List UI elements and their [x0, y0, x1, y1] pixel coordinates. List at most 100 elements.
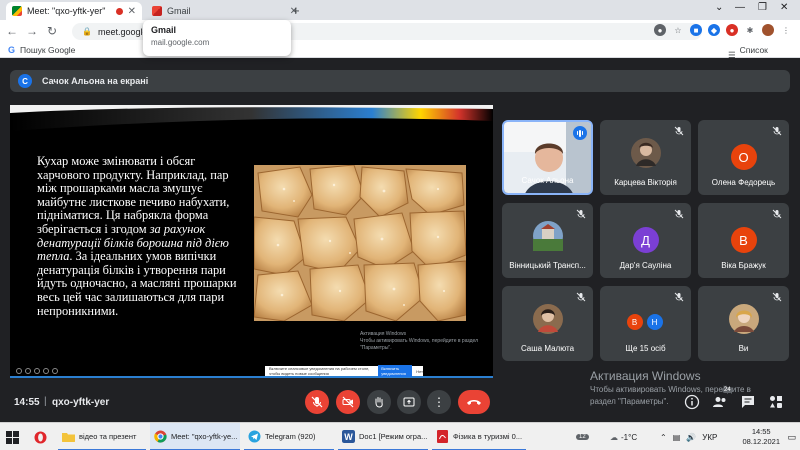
google-icon: G [8, 45, 16, 55]
present-button[interactable] [397, 390, 421, 414]
tab-meet[interactable]: Meet: "qxo-yftk-yer" ✕ [6, 2, 142, 20]
presenting-banner: С Сачок Альона на екрані [10, 70, 790, 92]
chat-icon[interactable] [740, 394, 756, 410]
network-icon: ▤ [672, 432, 681, 442]
action-center-icon[interactable]: ▭ [787, 423, 796, 450]
record-extension-icon[interactable]: ● [726, 24, 738, 36]
forward-icon[interactable]: → [24, 24, 40, 38]
people-count-badge: 24 [722, 387, 733, 393]
chevron-up-icon: ⌃ [660, 432, 667, 442]
more-options-button[interactable]: ⋮ [427, 390, 451, 414]
slide-more-icon[interactable] [52, 368, 58, 374]
new-tab-icon[interactable]: + [292, 3, 300, 18]
presenting-label: Сачок Альона на екрані [42, 76, 149, 86]
extension-icon[interactable]: ■ [690, 24, 702, 36]
taskbar-app-opera[interactable] [30, 423, 52, 450]
browser-toolbar: ← → ↻ 🔒 meet.google.com/qxo-yftk-yer ● ☆… [0, 20, 800, 42]
volume-icon: 🔊 [686, 432, 697, 442]
bookmark-google-search[interactable]: G Пошук Google [8, 45, 75, 55]
maximize-icon[interactable]: ❐ [758, 2, 767, 13]
chevron-down-icon[interactable]: ⌄ [715, 2, 723, 13]
tray-notifications[interactable]: 12 [576, 423, 593, 450]
hand-icon [375, 397, 383, 408]
tab-hover-card: Gmail mail.google.com [143, 20, 291, 56]
puzzle-icon[interactable]: ✱ [744, 24, 756, 36]
star-icon[interactable]: ☆ [672, 24, 684, 36]
participant-tile-олена-федорець[interactable]: О Олена Федорець [698, 120, 789, 195]
mic-off-icon [311, 396, 323, 408]
activities-icon[interactable] [768, 394, 784, 410]
close-window-icon[interactable]: ✕ [780, 2, 788, 13]
taskbar-app-word[interactable]: W Doc1 [Режим огра... [338, 423, 428, 450]
camera-off-button[interactable] [336, 390, 360, 414]
participant-tile-ще-15-осіб[interactable]: В Н Ще 15 осіб [600, 286, 691, 361]
meeting-time: 14:55 [14, 397, 40, 408]
participant-tile-вінницький-трансп[interactable]: Вінницький Трансп... [502, 203, 593, 278]
participant-tile-віка-бражук[interactable]: В Віка Бражук [698, 203, 789, 278]
minimize-icon[interactable]: — [735, 2, 745, 13]
system-tray-icons[interactable]: ⌃ ▤ 🔊 УКР [660, 423, 717, 450]
reload-icon[interactable]: ↻ [44, 24, 60, 38]
speaking-indicator-icon [573, 126, 587, 140]
taskbar-app-telegram[interactable]: Telegram (920) [244, 423, 334, 450]
participant-tile-ви[interactable]: Ви [698, 286, 789, 361]
telegram-icon [248, 430, 261, 442]
meet-area: С Сачок Альона на екрані Кухар може змін… [0, 58, 800, 422]
taskbar-app-pdf[interactable]: Фізика в туризмі 0... [432, 423, 526, 450]
tab-meet-title: Meet: "qxo-yftk-yer" [27, 6, 106, 16]
close-tab-icon[interactable]: ✕ [128, 6, 136, 17]
windows-taskbar: відео та презент Meet: "qxo-yftk-ye... Tel… [0, 422, 800, 450]
meeting-code: qxo-yftk-yer [52, 397, 110, 408]
recording-icon [115, 7, 123, 15]
svg-text:W: W [344, 432, 353, 442]
presenter-avatar: С [18, 74, 32, 88]
raise-hand-button[interactable] [367, 390, 391, 414]
notification-count-badge: 12 [576, 434, 589, 440]
participant-avatar: В [626, 314, 643, 330]
hang-up-icon [467, 400, 481, 405]
participant-name: Вінницький Трансп... [509, 261, 586, 270]
slide-pen-icon[interactable] [34, 368, 40, 374]
notification-bar: Включите сеансовые уведомления на рабоче… [265, 365, 423, 377]
slide-prev-icon[interactable] [16, 368, 22, 374]
weather-widget[interactable]: ☁ -1°C [610, 423, 637, 450]
people-icon[interactable] [712, 394, 728, 410]
mic-muted-icon [772, 209, 782, 219]
participant-photo [729, 304, 759, 334]
slide-pastry-photo [254, 165, 466, 321]
taskbar-app-folder[interactable]: відео та презент [58, 423, 146, 450]
enable-notifications-button[interactable]: Включить уведомления [378, 365, 413, 377]
start-button[interactable] [6, 423, 19, 450]
participant-name: Дар'я Сауліна [619, 261, 672, 270]
info-icon[interactable] [684, 394, 700, 410]
taskbar-app-label: Meet: "qxo-yftk-ye... [171, 431, 238, 441]
slide-zoom-icon[interactable] [43, 368, 49, 374]
pdf-icon [437, 429, 448, 443]
dismiss-notification-button[interactable]: Нет [416, 369, 423, 374]
tab-gmail[interactable]: Gmail ✕ [146, 2, 304, 20]
participant-tile-дар-я-сауліна[interactable]: Д Дар'я Сауліна [600, 203, 691, 278]
leave-call-button[interactable] [458, 390, 490, 414]
participant-photo [631, 138, 661, 168]
tab-gmail-title: Gmail [167, 6, 191, 16]
participant-tile-карцева-вікторія[interactable]: Карцева Вікторія [600, 120, 691, 195]
mic-muted-icon [674, 126, 684, 136]
participant-name: Сачок Альона [521, 176, 574, 185]
taskbar-app-chrome[interactable]: Meet: "qxo-yftk-ye... [150, 423, 240, 450]
slide-nav-controls[interactable] [16, 368, 58, 374]
avatar[interactable] [762, 24, 774, 36]
slide-next-icon[interactable] [25, 368, 31, 374]
participant-tile-саша-малюта[interactable]: Саша Малюта [502, 286, 593, 361]
opera-icon [34, 431, 47, 443]
camera-icon[interactable]: ● [654, 24, 666, 36]
more-vert-icon: ⋮ [433, 395, 445, 409]
back-icon[interactable]: ← [4, 24, 20, 38]
weather-icon: ☁ [610, 432, 618, 442]
participant-tile-сачок-альона[interactable]: Сачок Альона [502, 120, 593, 195]
menu-icon[interactable]: ⋮ [780, 24, 792, 36]
taskbar-app-label: Telegram (920) [265, 431, 316, 441]
translate-icon[interactable]: ◆ [708, 24, 720, 36]
taskbar-clock[interactable]: 14:55 08.12.2021 [742, 427, 780, 447]
mic-off-button[interactable] [305, 390, 329, 414]
slide-swoosh-decoration [10, 105, 493, 131]
